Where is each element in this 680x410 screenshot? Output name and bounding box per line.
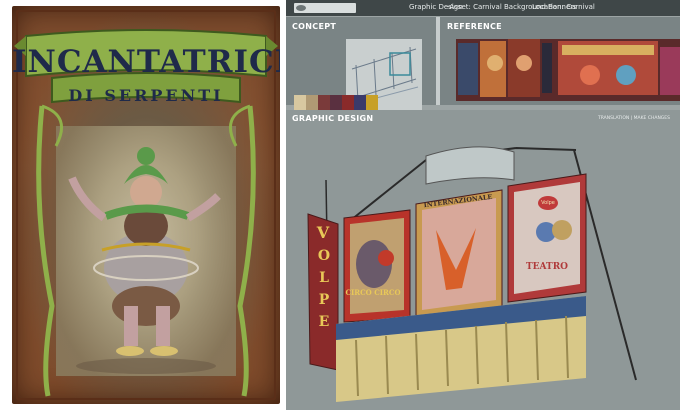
sign-letter-p: P [319, 292, 330, 308]
poster-incantatrice: INCANTATRICE DI SERPENTI [12, 6, 280, 404]
poster-subtitle: DI SERPENTI [68, 86, 224, 105]
banner3-text: TEATRO [525, 262, 569, 272]
studio-logo [294, 3, 356, 13]
volpe-badge: Volpe [538, 196, 558, 210]
sign-letter-v: V [316, 223, 330, 242]
header-location: Location: Carnival [532, 3, 595, 11]
banners-3d-render: V O L P E [307, 146, 637, 402]
banner1-text: CIRCO CIRCO [345, 288, 401, 297]
sign-letter-l: L [319, 270, 329, 286]
sign-letter-e: E [319, 314, 330, 330]
reference-photo [456, 39, 680, 101]
poster-title: INCANTATRICE [12, 44, 280, 80]
concept-title: CONCEPT [292, 22, 337, 31]
header-bar: Graphic Design -Asset: Carnival Backgrou… [286, 0, 680, 16]
concept-section: CONCEPT [286, 17, 436, 118]
reference-section: REFERENCE [440, 17, 680, 105]
sign-letter-o: O [318, 248, 330, 264]
design-sheet: Graphic Design -Asset: Carnival Backgrou… [286, 0, 680, 410]
